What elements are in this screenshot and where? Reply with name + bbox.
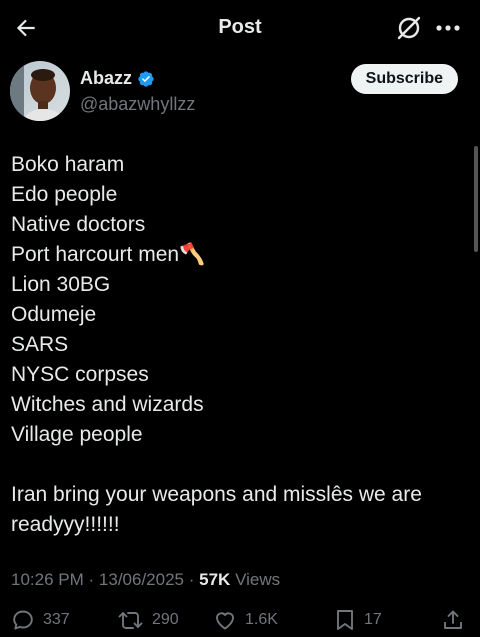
- bookmark-icon: [337, 610, 353, 630]
- grok-button[interactable]: [394, 13, 424, 43]
- share-icon: [444, 610, 462, 629]
- verified-badge-icon: [138, 70, 154, 87]
- bookmark-button[interactable]: 17: [334, 608, 382, 632]
- views-count: 57K: [199, 570, 231, 589]
- meta-separator: ·: [88, 570, 95, 589]
- repost-button[interactable]: 290: [118, 608, 179, 632]
- subscribe-button[interactable]: Subscribe: [350, 64, 458, 94]
- views-label: Views: [235, 570, 281, 589]
- tweet-line: SARS: [11, 333, 69, 356]
- reply-button[interactable]: 337: [11, 608, 70, 632]
- tweet-line: NYSC corpses: [11, 363, 149, 386]
- author-handle[interactable]: @abazwhyllzz: [80, 94, 195, 115]
- tweet-line: Witches and wizards: [11, 393, 204, 416]
- repost-icon: [118, 612, 143, 629]
- share-button[interactable]: [441, 608, 465, 632]
- tweet-line: Village people: [11, 423, 143, 446]
- like-count: 1.6K: [245, 611, 278, 628]
- repost-count: 290: [152, 611, 179, 628]
- tweet-time[interactable]: 10:26 PM: [11, 570, 84, 589]
- tweet-line: Iran bring your weapons and misslês we a…: [11, 483, 422, 536]
- heart-icon: [216, 612, 234, 630]
- scrollbar[interactable]: [474, 146, 478, 252]
- reply-icon: [13, 610, 33, 630]
- tweet-line: Edo people: [11, 183, 118, 206]
- more-dots-icon: [436, 25, 460, 31]
- tweet-text: Boko haram Edo people Native doctors Por…: [11, 150, 451, 540]
- author-name-row[interactable]: Abazz: [80, 68, 155, 89]
- grok-icon: [397, 16, 421, 40]
- tweet-line: Lion 30BG: [11, 273, 111, 296]
- reply-count: 337: [43, 611, 70, 628]
- tweet-line: Native doctors: [11, 213, 146, 236]
- avatar[interactable]: [10, 61, 70, 121]
- like-button[interactable]: 1.6K: [213, 608, 278, 632]
- bookmark-count: 17: [364, 611, 382, 628]
- tweet-line: Boko haram: [11, 153, 125, 176]
- tweet-line: Port harcourt men🪓: [11, 243, 206, 266]
- meta-separator: ·: [188, 570, 195, 589]
- action-bar: 337 290 1.6K 17: [0, 608, 480, 637]
- author-name: Abazz: [80, 68, 133, 88]
- tweet-line: Odumeje: [11, 303, 97, 326]
- tweet-date[interactable]: 13/06/2025: [99, 570, 184, 589]
- more-options-button[interactable]: [430, 13, 466, 43]
- top-bar: Post: [0, 0, 480, 56]
- profile-photo: [10, 61, 70, 121]
- tweet-meta: 10:26 PM · 13/06/2025 · 57K Views: [11, 570, 280, 590]
